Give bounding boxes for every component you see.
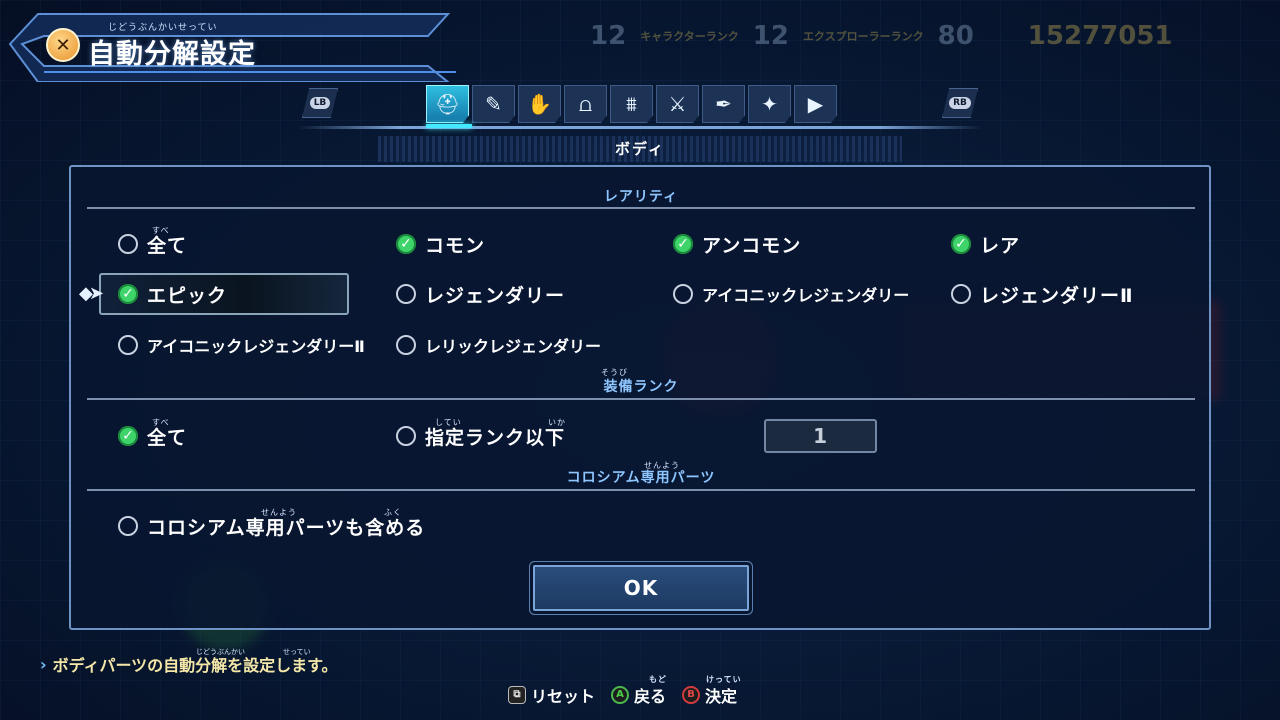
tab-underline xyxy=(298,126,982,129)
rarity-common-option[interactable]: ✓ コモン xyxy=(396,229,485,259)
explorer-rank-value: 12 xyxy=(752,21,789,51)
rb-button-label: RB xyxy=(949,97,971,109)
rarity-all-option[interactable]: 全て xyxy=(118,229,187,259)
rarity-legendary-option[interactable]: レジェンダリー xyxy=(396,279,565,309)
tab-booster[interactable]: ⩩ xyxy=(610,85,653,123)
page-title: 自動分解設定 xyxy=(88,39,256,70)
tab-shield[interactable]: ✦ xyxy=(748,85,791,123)
booster-icon: ⩩ xyxy=(626,92,637,116)
check-icon[interactable]: ✓ xyxy=(396,234,416,254)
title-bar: ✕ じどうぶんかいせってい 自動分解設定 xyxy=(8,6,458,82)
view-button-icon: ⧉ xyxy=(508,686,526,704)
rarity-heading: レアリティ xyxy=(603,189,679,205)
section-title: ボディ xyxy=(378,136,902,162)
rank-divider xyxy=(87,398,1195,400)
confirm-ruby: けってい xyxy=(706,675,742,684)
rarity-iconic-legendary2-label: アイコニックレジェンダリーⅡ xyxy=(147,337,365,356)
rarity-relic-legendary-radio[interactable] xyxy=(396,335,416,355)
rarity-all-label: 全て xyxy=(147,234,188,257)
rarity-divider xyxy=(87,207,1195,209)
part-tabs: ⛑ ✎ ✋ ⩍ ⩩ ⚔ ✒ ✦ ▶ xyxy=(426,85,837,123)
footer-controls: ⧉ リセット もど A 戻る けってい B 決定 xyxy=(508,675,741,707)
confirm-label: 決定 xyxy=(705,687,738,706)
rarity-rare-label: レア xyxy=(980,234,1021,257)
back-label: 戻る xyxy=(634,687,667,706)
rank-value-field[interactable]: 1 xyxy=(764,419,877,453)
settings-panel: レアリティ すべ 全て ✓ コモン ✓ アンコモン ✓ レア ◆➤ ✓ エピック… xyxy=(69,165,1211,630)
colosseum-heading: コロシアム専用パーツ xyxy=(566,470,716,486)
play-icon: ▶ xyxy=(807,92,824,116)
cursor-arrow-icon: ◆➤ xyxy=(79,283,104,304)
colosseum-include-radio[interactable] xyxy=(118,516,138,536)
player-rank-label: キャラクターランク xyxy=(640,30,739,43)
tab-legs[interactable]: ⩍ xyxy=(564,85,607,123)
rarity-rare-option[interactable]: ✓ レア xyxy=(951,229,1020,259)
rarity-legendary-label: レジェンダリー xyxy=(425,284,566,307)
legs-icon: ⩍ xyxy=(579,92,592,116)
rarity-iconic-legendary-radio[interactable] xyxy=(673,284,693,304)
back-control[interactable]: もど A 戻る xyxy=(611,675,667,707)
explorer-rank-label: エクスプローラーランク xyxy=(802,30,924,43)
rarity-common-label: コモン xyxy=(425,234,486,257)
player-rank-value: 12 xyxy=(590,21,627,51)
tab-sword[interactable]: ⚔ xyxy=(656,85,699,123)
rarity-uncommon-label: アンコモン xyxy=(702,234,802,257)
check-icon[interactable]: ✓ xyxy=(673,234,693,254)
b-button-icon: B xyxy=(682,686,701,704)
reset-control[interactable]: ⧉ リセット xyxy=(508,683,595,707)
rarity-legendary2-label: レジェンダリーⅡ xyxy=(980,284,1134,307)
body-icon: ⛑ xyxy=(434,92,461,116)
active-tab-indicator xyxy=(426,124,472,128)
back-ruby: もど xyxy=(649,675,667,684)
rarity-iconic-legendary2-radio[interactable] xyxy=(118,335,138,355)
check-icon[interactable]: ✓ xyxy=(951,234,971,254)
colosseum-include-label: コロシアム専用パーツも含める xyxy=(147,516,426,539)
rarity-legendary-radio[interactable] xyxy=(396,284,416,304)
ok-button[interactable]: OK xyxy=(533,565,749,611)
hand-icon: ✋ xyxy=(527,92,552,116)
rarity-uncommon-option[interactable]: ✓ アンコモン xyxy=(673,229,801,259)
rarity-all-radio[interactable] xyxy=(118,234,138,254)
help-text: ボディパーツの自動分解を設定します。 xyxy=(52,656,338,675)
background-hud: 12 キャラクターランク 12 エクスプローラーランク 80 15277051 xyxy=(590,18,1173,54)
rank-heading: 装備ランク xyxy=(603,379,679,395)
colosseum-include-option[interactable]: コロシアム専用パーツも含める xyxy=(118,511,425,541)
a-button-icon: A xyxy=(611,686,630,704)
disassemble-icon: ✕ xyxy=(46,28,80,62)
rarity-legendary2-radio[interactable] xyxy=(951,284,971,304)
rarity-epic-option[interactable]: ✓ エピック xyxy=(118,279,227,309)
rarity-iconic-legendary2-option[interactable]: アイコニックレジェンダリーⅡ xyxy=(118,330,365,360)
percent-value: 80 xyxy=(937,21,974,51)
rank-all-option[interactable]: ✓ 全て xyxy=(118,421,187,451)
check-icon[interactable]: ✓ xyxy=(118,284,138,304)
rarity-relic-legendary-option[interactable]: レリックレジェンダリー xyxy=(396,330,601,360)
shield-icon: ✦ xyxy=(761,92,778,116)
colosseum-divider xyxy=(87,489,1195,491)
reset-label: リセット xyxy=(531,687,596,706)
rarity-iconic-legendary-option[interactable]: アイコニックレジェンダリー xyxy=(673,279,909,309)
rank-all-label: 全て xyxy=(147,426,188,449)
rank-below-radio[interactable] xyxy=(396,426,416,446)
gun-icon: ✒ xyxy=(715,92,732,116)
tab-arm[interactable]: ✎ xyxy=(472,85,515,123)
chevron-right-icon: › xyxy=(40,654,47,674)
rarity-legendary2-option[interactable]: レジェンダリーⅡ xyxy=(951,279,1134,309)
check-icon[interactable]: ✓ xyxy=(118,426,138,446)
rarity-iconic-legendary-label: アイコニックレジェンダリー xyxy=(702,286,910,305)
tab-gun[interactable]: ✒ xyxy=(702,85,745,123)
rarity-relic-legendary-label: レリックレジェンダリー xyxy=(425,337,602,356)
rank-below-label: 指定ランク以下 xyxy=(425,426,566,449)
tab-body[interactable]: ⛑ xyxy=(426,85,469,123)
arm-icon: ✎ xyxy=(485,92,502,116)
tab-play[interactable]: ▶ xyxy=(794,85,837,123)
help-text-row: › ボディパーツの自動分解を設定します。 xyxy=(40,652,338,676)
tab-hand[interactable]: ✋ xyxy=(518,85,561,123)
sword-icon: ⚔ xyxy=(668,92,687,116)
rank-below-option[interactable]: 指定ランク以下 xyxy=(396,421,565,451)
confirm-control[interactable]: けってい B 決定 xyxy=(682,675,741,707)
lb-button-label: LB xyxy=(309,97,331,109)
money-value: 15277051 xyxy=(1027,21,1173,51)
rarity-epic-label: エピック xyxy=(147,284,228,307)
